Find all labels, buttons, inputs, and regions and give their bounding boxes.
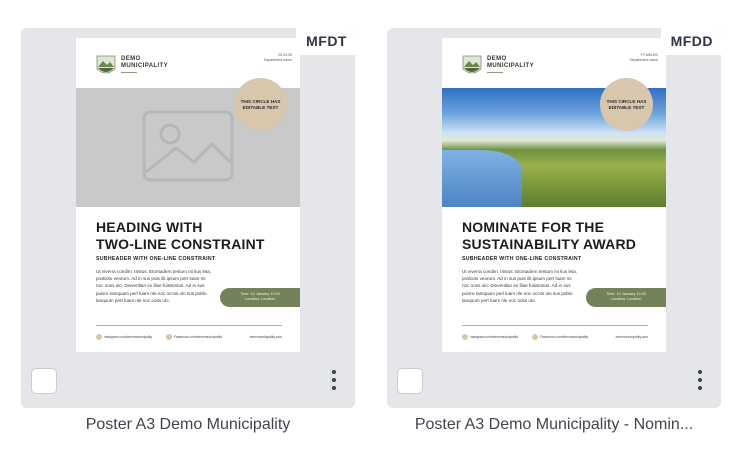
poster-subheader: SUBHEADER WITH ONE-LINE CONSTRAINT: [96, 256, 216, 262]
poster-subheader: SUBHEADER WITH ONE-LINE CONSTRAINT: [462, 256, 582, 262]
template-thumbnail-tile[interactable]: DEMO MUNICIPALITY 20-03-05 Department na…: [21, 28, 355, 408]
template-code-badge: MFDD: [660, 28, 721, 55]
poster-heading: HEADING WITH TWO-LINE CONSTRAINT: [96, 219, 265, 252]
select-checkbox[interactable]: [397, 368, 423, 394]
poster-body-text: Ut viverra condim. tristus. Etontadern t…: [462, 269, 578, 303]
poster-meta: YY-MM-DD Department name: [629, 53, 658, 62]
divider: [121, 72, 137, 73]
instagram-icon: [96, 334, 102, 340]
facebook-icon: [532, 334, 538, 340]
poster-footer: instagram.com/demomunicipality Facebook.…: [96, 334, 282, 340]
template-title[interactable]: Poster A3 Demo Municipality: [21, 416, 355, 434]
municipality-logo-icon: [96, 55, 116, 74]
poster-preview: DEMO MUNICIPALITY YY-MM-DD Department na…: [442, 38, 666, 352]
municipality-logo-icon: [462, 55, 482, 74]
editable-circle: THIS CIRCLE HAS EDITABLE TEXT: [234, 78, 287, 131]
footer-divider: [96, 325, 282, 326]
template-card[interactable]: DEMO MUNICIPALITY YY-MM-DD Department na…: [387, 28, 721, 433]
event-info-pill: Time: 10 January 12:00 Location: Locatio…: [586, 288, 666, 307]
poster-body-text: Ut viverra condim. tristus. Etontadern t…: [96, 269, 212, 303]
poster-footer: instagram.com/demomunicipality Facebook.…: [462, 334, 648, 340]
lake-water: [442, 150, 522, 207]
organization-name: DEMO MUNICIPALITY: [121, 56, 169, 69]
poster-meta: 20-03-05 Department name: [263, 53, 292, 62]
template-card[interactable]: DEMO MUNICIPALITY 20-03-05 Department na…: [21, 28, 355, 433]
poster-preview: DEMO MUNICIPALITY 20-03-05 Department na…: [76, 38, 300, 352]
instagram-icon: [462, 334, 468, 340]
facebook-icon: [166, 334, 172, 340]
footer-divider: [462, 325, 648, 326]
more-options-icon[interactable]: [321, 366, 347, 394]
image-placeholder-icon: [142, 110, 234, 182]
divider: [487, 72, 503, 73]
editable-circle: THIS CIRCLE HAS EDITABLE TEXT: [600, 78, 653, 131]
template-title[interactable]: Poster A3 Demo Municipality - Nomin...: [387, 416, 721, 434]
poster-heading: NOMINATE FOR THE SUSTAINABILITY AWARD: [462, 219, 637, 252]
more-options-icon[interactable]: [687, 366, 713, 394]
event-info-pill: Time: 10 January 12:00 Location: Locatio…: [220, 288, 300, 307]
template-code-badge: MFDT: [296, 28, 355, 55]
select-checkbox[interactable]: [31, 368, 57, 394]
template-thumbnail-tile[interactable]: DEMO MUNICIPALITY YY-MM-DD Department na…: [387, 28, 721, 408]
organization-name: DEMO MUNICIPALITY: [487, 56, 535, 69]
